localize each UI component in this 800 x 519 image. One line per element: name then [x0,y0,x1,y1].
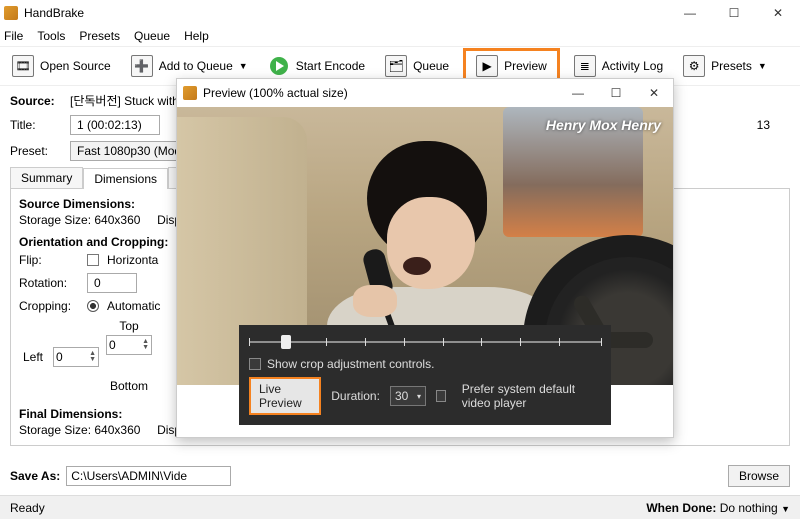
start-encode-label: Start Encode [296,59,365,73]
statusbar: Ready When Done: Do nothing ▼ [0,495,800,519]
show-crop-checkbox[interactable] [249,358,261,370]
add-to-queue-button[interactable]: ➕ Add to Queue ▼ [125,51,254,81]
menu-tools[interactable]: Tools [37,29,65,43]
crop-top-label: Top [119,319,138,333]
log-icon: ≣ [574,55,596,77]
preview-titlebar: Preview (100% actual size) — ☐ ✕ [177,79,673,107]
title-label: Title: [10,118,62,132]
preview-icon: ▶ [476,55,498,77]
crop-left-input[interactable]: 0▲▼ [53,347,99,367]
duration-select[interactable]: 30▾ [390,386,426,406]
preview-minimize-button[interactable]: — [559,79,597,107]
final-dimensions-header: Final Dimensions: [19,407,122,421]
menu-queue[interactable]: Queue [134,29,170,43]
flip-horizontal-checkbox[interactable] [87,254,99,266]
chevron-down-icon: ▾ [417,392,421,401]
tab-dimensions[interactable]: Dimensions [83,168,168,189]
preview-close-button[interactable]: ✕ [635,79,673,107]
when-done-label: When Done: [646,501,716,515]
source-label: Source: [10,94,62,108]
chevron-down-icon: ▼ [239,61,248,71]
maximize-button[interactable]: ☐ [712,0,756,26]
start-encode-button[interactable]: Start Encode [262,51,371,81]
activity-log-button[interactable]: ≣ Activity Log [568,51,669,81]
status-ready: Ready [10,501,45,515]
prefer-player-label: Prefer system default video player [462,382,601,410]
preview-window: Preview (100% actual size) — ☐ ✕ Henry M… [176,78,674,438]
rotation-label: Rotation: [19,276,79,290]
preview-controls: Show crop adjustment controls. Live Prev… [239,325,611,425]
crop-top-input[interactable]: 0▲▼ [106,335,152,355]
queue-button[interactable]: 🗂 Queue [379,51,455,81]
orientation-header: Orientation and Cropping: [19,235,168,249]
crop-left-label: Left [23,350,43,364]
frame-slider[interactable] [249,333,601,351]
rotation-select[interactable]: 0 [87,273,137,293]
title-select[interactable]: 1 (00:02:13) [70,115,160,135]
add-to-queue-label: Add to Queue [159,59,233,73]
duration-label: Duration: [331,389,380,403]
chevron-down-icon: ▼ [781,504,790,514]
preset-select[interactable]: Fast 1080p30 (Modi [70,141,191,161]
activity-log-label: Activity Log [602,59,663,73]
presets-button[interactable]: ⚙ Presets ▼ [677,51,773,81]
source-dimensions-header: Source Dimensions: [19,197,135,211]
menubar: File Tools Presets Queue Help [0,26,800,46]
storage-size: Storage Size: 640x360 [19,213,140,227]
browse-button[interactable]: Browse [728,465,790,487]
menu-file[interactable]: File [4,29,23,43]
presets-icon: ⚙ [683,55,705,77]
queue-icon: 🗂 [385,55,407,77]
main-titlebar: HandBrake — ☐ ✕ [0,0,800,26]
app-title: HandBrake [24,6,84,20]
queue-label: Queue [413,59,449,73]
cropping-automatic-label: Automatic [107,299,160,313]
source-value: [단독버전] Stuck with [70,92,179,109]
open-source-button[interactable]: 🎞 Open Source [6,51,117,81]
preview-maximize-button[interactable]: ☐ [597,79,635,107]
play-icon [268,55,290,77]
minimize-button[interactable]: — [668,0,712,26]
angle-text: 13 [757,118,790,132]
cropping-automatic-radio[interactable] [87,300,99,312]
flip-label: Flip: [19,253,79,267]
menu-help[interactable]: Help [184,29,209,43]
video-watermark: Henry Mox Henry [546,117,661,133]
add-queue-icon: ➕ [131,55,153,77]
prefer-player-checkbox[interactable] [436,390,446,402]
show-crop-label: Show crop adjustment controls. [267,357,434,371]
final-storage-size: Storage Size: 640x360 [19,423,140,437]
chevron-down-icon: ▼ [758,61,767,71]
preview-button[interactable]: ▶ Preview [476,55,547,77]
menu-presets[interactable]: Presets [79,29,120,43]
when-done-select[interactable]: Do nothing ▼ [720,501,790,515]
live-preview-button[interactable]: Live Preview [249,377,321,415]
save-as-row: Save As: Browse [10,465,790,487]
tab-summary[interactable]: Summary [10,167,83,188]
preset-label: Preset: [10,144,62,158]
film-icon: 🎞 [12,55,34,77]
close-button[interactable]: ✕ [756,0,800,26]
cropping-label: Cropping: [19,299,79,313]
app-logo-icon [183,86,197,100]
app-logo-icon [4,6,18,20]
flip-horizontal-label: Horizonta [107,253,158,267]
crop-bottom-label: Bottom [110,379,148,393]
preview-label: Preview [504,59,547,73]
preview-title: Preview (100% actual size) [203,86,348,100]
save-as-label: Save As: [10,469,60,483]
save-as-input[interactable] [66,466,231,486]
presets-label: Presets [711,59,752,73]
open-source-label: Open Source [40,59,111,73]
